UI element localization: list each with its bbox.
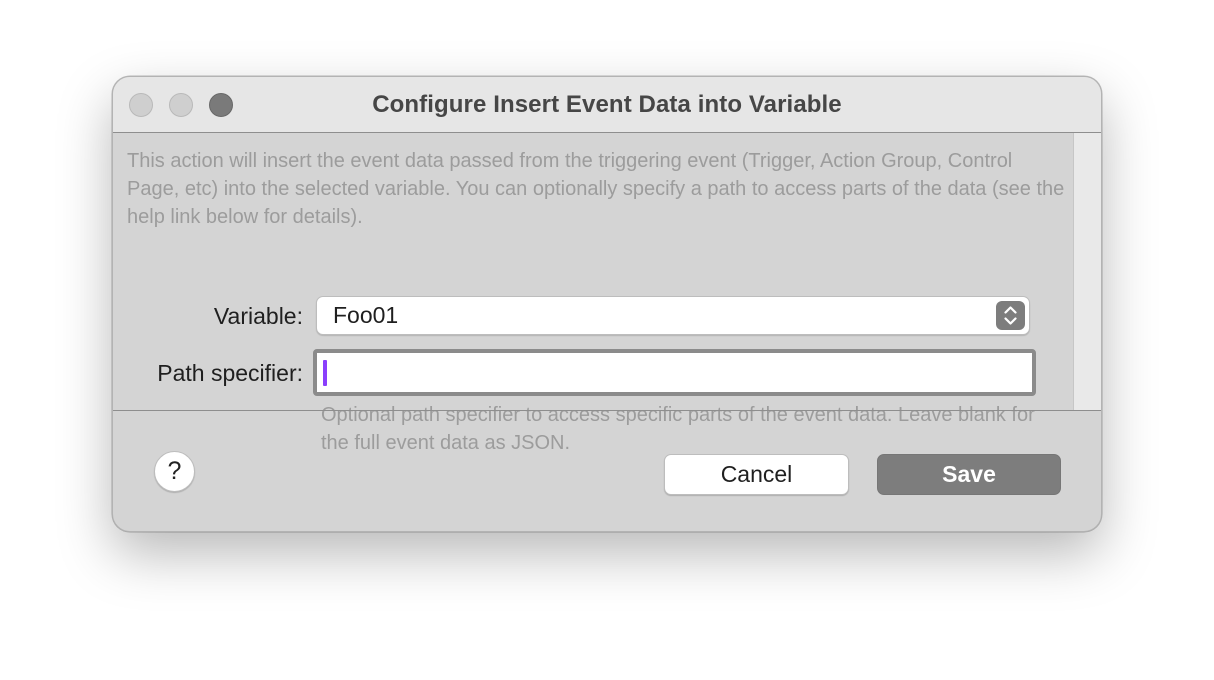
save-button[interactable]: Save [877,454,1061,495]
text-caret [323,360,327,386]
window-title: Configure Insert Event Data into Variabl… [372,91,842,118]
help-button[interactable]: ? [154,451,195,492]
scroll-gutter [1073,133,1101,410]
action-description: This action will insert the event data p… [127,150,1065,228]
cancel-button[interactable]: Cancel [664,454,849,495]
variable-popup[interactable]: Foo01 [316,296,1030,335]
title-bar: Configure Insert Event Data into Variabl… [113,77,1101,133]
chevron-up-down-icon[interactable] [996,301,1025,330]
screen: Configure Insert Event Data into Variabl… [0,0,1214,680]
variable-selected-value: Foo01 [333,302,399,328]
variable-label: Variable: [213,303,303,329]
path-specifier-label: Path specifier: [157,360,303,386]
footer-divider [113,410,1101,411]
content-area: This action will insert the event data p… [113,133,1073,454]
path-specifier-focus-ring [313,349,1036,396]
path-specifier-input[interactable] [317,353,1032,392]
dialog-window: Configure Insert Event Data into Variabl… [112,76,1102,532]
